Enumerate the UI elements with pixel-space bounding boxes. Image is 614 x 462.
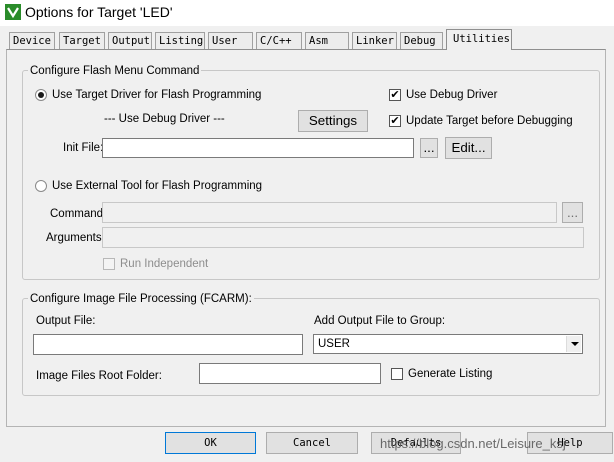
command-label: Command: bbox=[50, 208, 107, 220]
tab-asm[interactable]: Asm bbox=[305, 32, 349, 49]
output-file-input[interactable] bbox=[33, 334, 303, 355]
tab-target[interactable]: Target bbox=[59, 32, 105, 49]
generate-listing-label[interactable]: Generate Listing bbox=[408, 367, 492, 381]
run-independent-checkbox[interactable] bbox=[103, 258, 115, 270]
tab-device[interactable]: Device bbox=[9, 32, 55, 49]
use-debug-driver-checkbox[interactable]: ✔ bbox=[389, 89, 401, 101]
check-mark-icon: ✔ bbox=[390, 114, 400, 127]
arguments-label: Arguments: bbox=[46, 232, 105, 244]
init-file-input[interactable] bbox=[102, 138, 414, 158]
tab-user[interactable]: User bbox=[208, 32, 253, 49]
command-browse-button[interactable]: ... bbox=[562, 202, 583, 223]
edit-button[interactable]: Edit... bbox=[445, 137, 492, 159]
use-target-driver-radio[interactable] bbox=[35, 89, 47, 101]
tab-c-c-[interactable]: C/C++ bbox=[256, 32, 302, 49]
use-external-tool-radio[interactable] bbox=[35, 180, 47, 192]
watermark-text: https://blog.csdn.net/Leisure_ksj bbox=[380, 436, 566, 451]
update-target-checkbox[interactable]: ✔ bbox=[389, 115, 401, 127]
init-file-label: Init File: bbox=[63, 142, 104, 154]
group-select-value: USER bbox=[318, 338, 350, 350]
command-input[interactable] bbox=[102, 202, 557, 223]
output-file-label: Output File: bbox=[36, 315, 96, 327]
debug-driver-text: --- Use Debug Driver --- bbox=[104, 113, 225, 125]
tab-linker[interactable]: Linker bbox=[352, 32, 397, 49]
settings-button[interactable]: Settings bbox=[298, 110, 368, 132]
add-output-group-label: Add Output File to Group: bbox=[314, 315, 446, 327]
init-file-browse-button[interactable]: ... bbox=[420, 138, 438, 158]
tab-output[interactable]: Output bbox=[108, 32, 152, 49]
arguments-input[interactable] bbox=[102, 227, 584, 248]
title-bar[interactable]: Options for Target 'LED' bbox=[0, 0, 614, 26]
generate-listing-checkbox[interactable] bbox=[391, 368, 403, 380]
tab-listing[interactable]: Listing bbox=[155, 32, 205, 49]
update-target-label[interactable]: Update Target before Debugging bbox=[406, 114, 573, 128]
chevron-down-icon[interactable] bbox=[566, 336, 581, 352]
flash-group-title: Configure Flash Menu Command bbox=[28, 64, 202, 78]
ok-button[interactable]: OK bbox=[165, 432, 256, 454]
radio-selected-dot bbox=[38, 92, 44, 98]
run-independent-label[interactable]: Run Independent bbox=[120, 257, 208, 271]
root-folder-input[interactable] bbox=[199, 363, 381, 384]
use-target-driver-label[interactable]: Use Target Driver for Flash Programming bbox=[52, 88, 261, 102]
use-external-tool-label[interactable]: Use External Tool for Flash Programming bbox=[52, 179, 262, 193]
tab-utilities[interactable]: Utilities bbox=[446, 29, 512, 50]
window-title: Options for Target 'LED' bbox=[25, 4, 173, 20]
keil-uvision-icon bbox=[5, 4, 21, 20]
use-debug-driver-label[interactable]: Use Debug Driver bbox=[406, 88, 497, 102]
tab-debug[interactable]: Debug bbox=[400, 32, 443, 49]
root-folder-label: Image Files Root Folder: bbox=[36, 370, 162, 382]
group-select[interactable]: USER bbox=[313, 334, 583, 354]
image-group-title: Configure Image File Processing (FCARM): bbox=[28, 292, 254, 306]
check-mark-icon: ✔ bbox=[390, 88, 400, 101]
cancel-button[interactable]: Cancel bbox=[266, 432, 358, 454]
